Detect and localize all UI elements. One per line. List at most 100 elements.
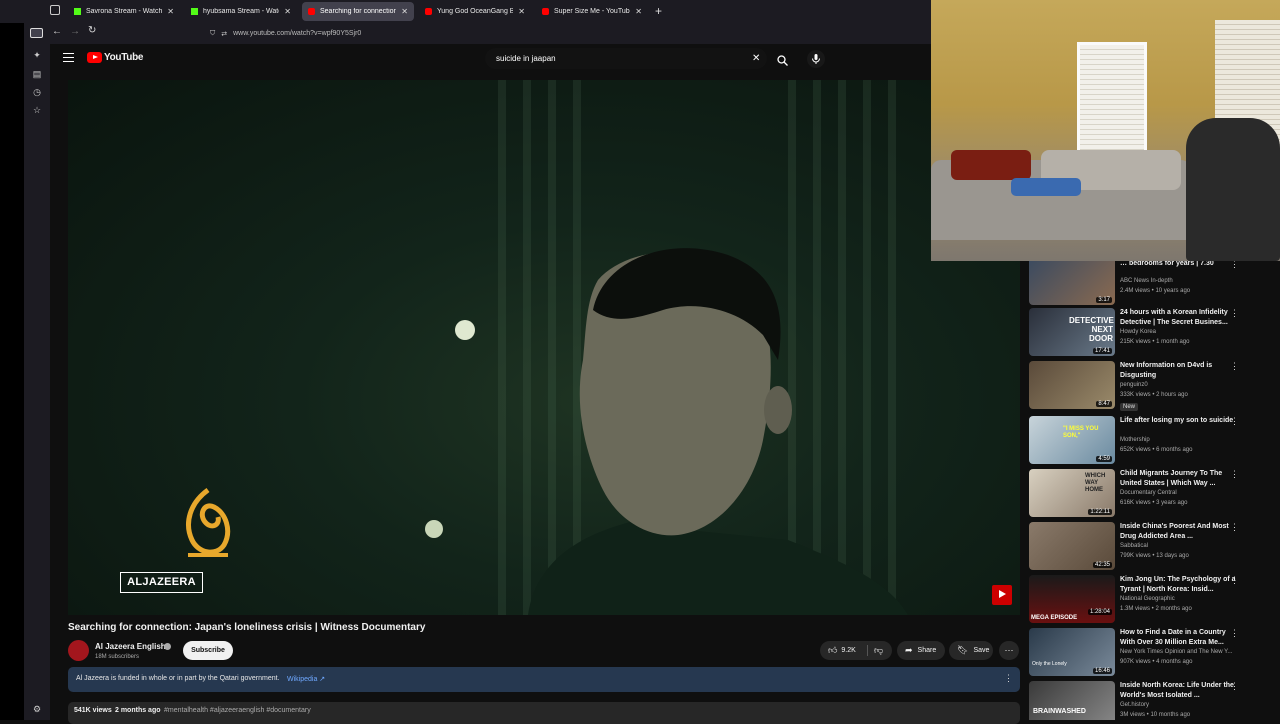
video-thumbnail[interactable]: MEGA EPISODE 1:28:04 — [1029, 575, 1115, 623]
rec-channel[interactable]: ABC News In-depth — [1120, 278, 1173, 284]
permissions-icon: ⇄ — [221, 30, 228, 38]
recommendation-item[interactable]: WHICH WAY HOME 1:22:11 Child Migrants Jo… — [1029, 469, 1249, 517]
video-thumbnail[interactable]: 8:47 — [1029, 361, 1115, 409]
rec-channel[interactable]: Documentary Central — [1120, 490, 1177, 496]
video-thumbnail[interactable]: 3:17 — [1029, 257, 1115, 305]
like-icon[interactable]: 👍︎ — [828, 645, 837, 656]
channel-avatar[interactable] — [68, 640, 89, 661]
duration-badge: 42:35 — [1092, 562, 1112, 568]
like-count[interactable]: 9.2K — [841, 647, 855, 654]
recommendation-item[interactable]: MEGA EPISODE 1:28:04 Kim Jong Un: The Ps… — [1029, 575, 1249, 623]
video-player[interactable]: ALJAZEERA — [68, 80, 1020, 615]
browser-tab-1[interactable]: Savrona Stream - Watch Live o ✕ — [68, 2, 180, 21]
more-vertical-icon[interactable]: ⋮ — [1230, 361, 1239, 372]
rec-title[interactable]: Life after losing my son to suicide — [1120, 416, 1242, 426]
history-icon[interactable]: ◷ — [30, 85, 44, 99]
video-thumbnail[interactable]: 42:35 — [1029, 522, 1115, 570]
search-input[interactable]: suicide in jaapan — [485, 48, 767, 69]
bookmarks-icon[interactable]: ▤ — [30, 67, 44, 81]
channel-name[interactable]: Al Jazeera English — [95, 642, 166, 651]
video-thumbnail[interactable]: DETECTIVE NEXT DOOR 17:41 — [1029, 308, 1115, 356]
more-vertical-icon[interactable]: ⋮ — [1230, 628, 1239, 639]
url-bar[interactable]: ⛉ ⇄ www.youtube.com/watch?v=wpf90Y5Sjr0 — [210, 25, 710, 42]
share-button[interactable]: ➦ Share — [897, 641, 945, 660]
dislike-icon[interactable]: 👎︎ — [874, 645, 883, 656]
rec-title[interactable]: How to Find a Date in a Country With Ove… — [1120, 628, 1242, 648]
more-vertical-icon[interactable]: ⋮ — [1230, 469, 1239, 480]
more-vertical-icon[interactable]: ⋮ — [1230, 522, 1239, 533]
close-tab-icon[interactable]: ✕ — [518, 7, 525, 16]
notice-more-icon[interactable]: ⋮ — [1004, 673, 1013, 684]
star-icon[interactable]: ☆ — [30, 103, 44, 117]
close-tab-icon[interactable]: ✕ — [401, 7, 408, 16]
microphone-icon[interactable] — [807, 50, 825, 68]
browser-tab-2[interactable]: hyubsama Stream - Watch Live ✕ — [185, 2, 297, 21]
save-button[interactable]: 🔖︎ Save — [949, 641, 993, 660]
ai-sparkle-icon[interactable]: ✦ — [30, 48, 44, 62]
close-tab-icon[interactable]: ✕ — [167, 7, 174, 16]
back-icon[interactable]: ← — [52, 26, 62, 37]
rec-title[interactable]: Kim Jong Un: The Psychology of a Tyrant … — [1120, 575, 1242, 595]
recommendation-item[interactable]: 42:35 Inside China's Poorest And Most Dr… — [1029, 522, 1249, 570]
video-thumbnail[interactable]: BRAINWASHED — [1029, 681, 1115, 720]
recommendation-item[interactable]: Only the Lonely 16:46 How to Find a Date… — [1029, 628, 1249, 676]
browser-sidebar — [24, 23, 50, 720]
sidebar-toggle-icon[interactable] — [30, 28, 43, 38]
tab-overview-icon[interactable] — [50, 5, 60, 15]
more-vertical-icon[interactable]: ⋮ — [1230, 308, 1239, 319]
youtube-favicon-icon — [425, 8, 432, 15]
duration-badge: 4:59 — [1096, 456, 1112, 462]
recommendation-item[interactable]: "I MISS YOU SON," 4:59 Life after losing… — [1029, 416, 1249, 464]
clear-search-icon[interactable]: ✕ — [752, 53, 760, 64]
reload-icon[interactable]: ↻ — [88, 25, 96, 36]
rec-title[interactable]: 24 hours with a Korean Infidelity Detect… — [1120, 308, 1242, 328]
recommendation-item[interactable]: DETECTIVE NEXT DOOR 17:41 24 hours with … — [1029, 308, 1249, 356]
wikipedia-link[interactable]: Wikipedia ↗ — [287, 675, 325, 683]
rec-channel[interactable]: New York Times Opinion and The New Y... — [1120, 649, 1232, 655]
rec-meta: 907K views • 4 months ago — [1120, 659, 1193, 665]
rec-channel[interactable]: Sabbatical — [1120, 543, 1148, 549]
more-actions-button[interactable]: ⋯ — [999, 641, 1019, 660]
more-vertical-icon[interactable]: ⋮ — [1230, 681, 1239, 692]
rec-channel[interactable]: Get.history — [1120, 702, 1149, 708]
save-label: Save — [973, 647, 990, 654]
rec-title[interactable]: Child Migrants Journey To The United Sta… — [1120, 469, 1242, 489]
rec-channel[interactable]: National Geographic — [1120, 596, 1175, 602]
subscribe-watermark-icon[interactable] — [992, 585, 1012, 605]
new-tab-button[interactable]: + — [655, 4, 662, 18]
description-tags[interactable]: #mentalhealth #aljazeeraenglish #documen… — [164, 707, 311, 714]
tab-title: Savrona Stream - Watch Live o — [86, 8, 163, 15]
rec-title[interactable]: Inside North Korea: Life Under the World… — [1120, 681, 1242, 701]
window-blinds — [1077, 42, 1147, 162]
video-thumbnail[interactable]: Only the Lonely 16:46 — [1029, 628, 1115, 676]
forward-icon[interactable]: → — [70, 26, 80, 37]
description-box[interactable]: 541K views 2 months ago #mentalhealth #a… — [68, 702, 1020, 724]
youtube-logo[interactable]: YouTube — [87, 52, 144, 63]
recommendation-item[interactable]: BRAINWASHED Inside North Korea: Life Und… — [1029, 681, 1249, 720]
recommendation-item[interactable]: 3:17 … bedrooms for years | 7.30 ABC New… — [1029, 257, 1249, 305]
browser-tab-5[interactable]: Super Size Me - YouTube ✕ — [536, 2, 648, 21]
blue-blanket — [1011, 178, 1081, 196]
rec-channel[interactable]: Mothership — [1120, 437, 1150, 443]
rec-channel[interactable]: penguinz0 — [1120, 382, 1148, 388]
video-thumbnail[interactable]: "I MISS YOU SON," 4:59 — [1029, 416, 1115, 464]
duration-badge: 1:22:11 — [1088, 509, 1112, 515]
search-icon[interactable] — [777, 53, 788, 66]
rec-title[interactable]: New Information on D4vd is Disgusting — [1120, 361, 1242, 381]
rec-meta: 616K views • 3 years ago — [1120, 500, 1188, 506]
rec-title[interactable]: Inside China's Poorest And Most Drug Add… — [1120, 522, 1242, 542]
more-vertical-icon[interactable]: ⋮ — [1230, 575, 1239, 586]
browser-tab-4[interactable]: Yung God OceanGang Based F ✕ — [419, 2, 531, 21]
recommendation-item[interactable]: 8:47 New Information on D4vd is Disgusti… — [1029, 361, 1249, 411]
browser-tab-3[interactable]: Searching for connection: J ✕ — [302, 2, 414, 21]
subscribe-button[interactable]: Subscribe — [183, 641, 233, 660]
rec-channel[interactable]: Howdy Korea — [1120, 329, 1156, 335]
close-tab-icon[interactable]: ✕ — [635, 7, 642, 16]
close-tab-icon[interactable]: ✕ — [284, 7, 291, 16]
settings-gear-icon[interactable]: ⚙ — [30, 702, 44, 716]
tab-title: Searching for connection: J — [320, 8, 397, 15]
menu-hamburger-icon[interactable] — [63, 53, 74, 62]
video-thumbnail[interactable]: WHICH WAY HOME 1:22:11 — [1029, 469, 1115, 517]
rec-meta: 652K views • 6 months ago — [1120, 447, 1193, 453]
more-vertical-icon[interactable]: ⋮ — [1230, 416, 1239, 427]
